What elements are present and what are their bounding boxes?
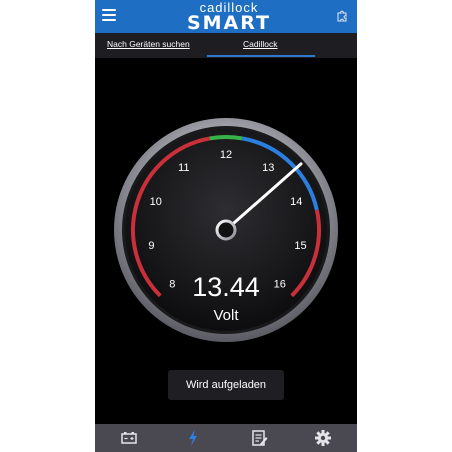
tick-label-13: 13 — [262, 162, 274, 174]
tick-label-14: 14 — [290, 196, 302, 208]
bottom-navigation — [95, 424, 357, 452]
tab-device-search[interactable]: Nach Geräten suchen — [107, 39, 190, 49]
tick-label-15: 15 — [294, 240, 306, 252]
app-screen: cadillock SMART Nach Geräten suchen Cadi… — [95, 0, 357, 452]
gauge-needle-hub — [215, 219, 237, 241]
charging-status-button[interactable]: Wird aufgeladen — [168, 370, 284, 400]
tick-label-11: 11 — [178, 162, 189, 174]
tick-label-12: 12 — [220, 149, 232, 161]
logo-line2: SMART — [186, 12, 272, 34]
gauge-arc-green — [209, 135, 243, 141]
voltage-gauge: 8 9 10 11 12 13 14 15 16 13.44 Volt — [114, 118, 338, 342]
lightning-icon[interactable] — [183, 429, 203, 447]
app-logo: cadillock SMART — [169, 1, 289, 34]
tab-bar: Nach Geräten suchen Cadillock — [95, 33, 357, 58]
app-bar: cadillock SMART — [95, 0, 357, 33]
battery-icon[interactable] — [119, 429, 139, 447]
hamburger-menu-icon[interactable] — [102, 9, 116, 23]
voltage-value: 13.44 — [192, 272, 260, 302]
tick-label-9: 9 — [148, 240, 154, 252]
tab-cadillock[interactable]: Cadillock — [243, 39, 278, 49]
tick-label-8: 8 — [169, 279, 175, 291]
voltage-unit: Volt — [213, 307, 239, 324]
notes-edit-icon[interactable] — [249, 429, 269, 447]
gear-icon[interactable] — [313, 429, 333, 447]
active-tab-indicator — [207, 55, 315, 57]
puzzle-settings-icon[interactable] — [335, 10, 349, 24]
tick-label-16: 16 — [274, 279, 286, 291]
tick-label-10: 10 — [150, 196, 162, 208]
